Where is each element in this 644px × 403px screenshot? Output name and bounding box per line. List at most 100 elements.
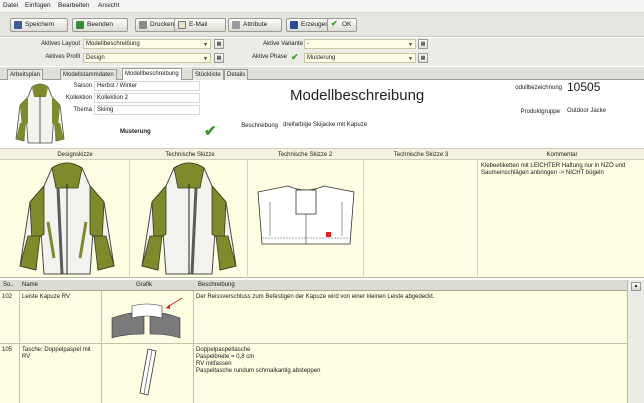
theme-value: Skiing xyxy=(97,107,114,113)
email-label: E-Mail xyxy=(189,21,208,28)
col-header-graphic[interactable]: Grafik xyxy=(136,282,152,288)
variant-config-button[interactable]: ▦ xyxy=(418,39,428,49)
row-description: Der Reissverschluss zum Befestigen der K… xyxy=(194,291,627,343)
active-variant-label: Aktive Variante xyxy=(263,41,303,47)
table-row[interactable]: 102 Leiste Kapuze RV Der Reissverschluss… xyxy=(0,291,627,344)
description-field[interactable]: dreifarbige Skijacke mit Kapuze xyxy=(281,121,481,131)
row-name: Tasche: Doppelpaspel mit RV xyxy=(20,344,102,403)
row-number: 105 xyxy=(0,344,20,403)
comment-cell[interactable]: Klebeetiketten mit LEICHTER Haftung nur … xyxy=(478,160,644,278)
arrow-up-icon: ▲ xyxy=(633,283,639,289)
grid-icon: ▦ xyxy=(216,55,222,61)
description-line: Paspeltasche rundum schmalkantig abstepp… xyxy=(196,368,321,374)
row-name: Leiste Kapuze RV xyxy=(20,291,102,343)
collection-label: Kollektion xyxy=(65,95,92,101)
tab-details[interactable]: Details xyxy=(224,69,249,80)
tab-arbeitsplan[interactable]: Arbeitsplan xyxy=(7,69,44,80)
description-line: Der Reissverschluss zum Befestigen der K… xyxy=(196,294,435,300)
product-group-value: Outdoor Jacke xyxy=(567,108,607,114)
technical-sketch-3-cell[interactable] xyxy=(364,160,478,278)
season-value: Herbst / Winter xyxy=(97,83,138,89)
active-phase-select[interactable]: Musterung ▼ xyxy=(304,53,416,63)
active-variant-value: - xyxy=(307,41,309,47)
menu-file[interactable]: Datei xyxy=(3,2,18,9)
layout-config-button[interactable]: ▦ xyxy=(214,39,224,49)
phase-config-button[interactable]: ▦ xyxy=(418,53,428,63)
active-variant-select[interactable]: - ▼ xyxy=(304,39,416,49)
tab-modellstammdaten[interactable]: Modellstammdaten xyxy=(60,69,117,80)
envelope-icon xyxy=(178,21,186,29)
technical-sketch-2-cell[interactable] xyxy=(248,160,364,278)
menu-insert[interactable]: Einfügen xyxy=(25,2,51,9)
ok-label: OK xyxy=(342,21,352,28)
save-label: Speichern xyxy=(25,21,55,28)
active-profile-value: Design xyxy=(86,55,105,61)
page-title: Modellbeschreibung xyxy=(290,87,425,104)
grid-icon: ▦ xyxy=(216,41,222,47)
model-label: odullbezeichnung xyxy=(515,85,562,91)
design-sketch-image xyxy=(19,162,115,275)
details-table-header: So.. Name Grafik Beschreibung xyxy=(0,280,627,291)
active-profile-select[interactable]: Design ▼ xyxy=(83,53,211,63)
details-table-body: 102 Leiste Kapuze RV Der Reissverschluss… xyxy=(0,291,627,403)
theme-label: Thema xyxy=(73,107,92,113)
grid-icon: ▦ xyxy=(420,41,426,47)
description-line: RV mitfassen xyxy=(196,361,232,367)
active-profile-label: Aktives Profil xyxy=(45,54,80,60)
active-layout-label: Aktives Layout xyxy=(40,41,80,47)
sketch-area: Klebeetiketten mit LEICHTER Haftung nur … xyxy=(0,160,644,278)
profile-config-button[interactable]: ▦ xyxy=(214,53,224,63)
exit-icon xyxy=(76,21,84,29)
hood-strip-graphic xyxy=(111,297,183,339)
row-graphic xyxy=(102,291,194,343)
finish-button[interactable]: Beenden xyxy=(72,18,128,32)
description-value: dreifarbige Skijacke mit Kapuze xyxy=(283,122,368,128)
chevron-down-icon: ▼ xyxy=(408,56,413,62)
col-header-description[interactable]: Beschreibung xyxy=(198,282,235,288)
menu-bar: Datei Einfügen Bearbeiten Ansicht xyxy=(0,0,644,13)
product-group-field[interactable]: Outdoor Jacke xyxy=(565,107,643,117)
vertical-scrollbar[interactable]: ▲ xyxy=(627,280,644,403)
ok-button[interactable]: ✔ OK xyxy=(327,18,357,32)
phase-status: Musterung xyxy=(120,129,151,135)
attributes-icon xyxy=(232,21,240,29)
active-layout-select[interactable]: Modellbeschreibung ▼ xyxy=(83,39,211,49)
finish-label: Beenden xyxy=(87,21,114,28)
profile-row: Aktives Profil Design ▼ ▦ Aktive Phase ✔… xyxy=(0,51,644,66)
save-button[interactable]: Speichern xyxy=(10,18,68,32)
layout-row: Aktives Layout Modellbeschreibung ▼ ▦ Ak… xyxy=(0,38,644,51)
collection-field[interactable]: Kollektion 2 xyxy=(94,93,200,103)
theme-field[interactable]: Skiing xyxy=(94,105,200,115)
tab-stueckliste[interactable]: Stückliste xyxy=(192,69,224,80)
col-header-name[interactable]: Name xyxy=(22,282,38,288)
email-button[interactable]: E-Mail xyxy=(174,18,226,32)
menu-edit[interactable]: Bearbeiten xyxy=(58,2,89,9)
tab-bar: Arbeitsplan Modellstammdaten Modellbesch… xyxy=(0,67,644,81)
active-phase-value: Musterung xyxy=(307,55,336,61)
grid-icon: ▦ xyxy=(420,55,426,61)
comment-text: Klebeetiketten mit LEICHTER Haftung nur … xyxy=(481,163,626,176)
jacket-thumbnail[interactable] xyxy=(14,83,66,145)
menu-view[interactable]: Ansicht xyxy=(98,2,119,9)
attributes-button[interactable]: Attribute xyxy=(228,18,282,32)
save-icon xyxy=(14,21,22,29)
row-number: 102 xyxy=(0,291,20,343)
table-row[interactable]: 105 Tasche: Doppelpaspel mit RV Doppelpa… xyxy=(0,344,627,403)
scroll-up-button[interactable]: ▲ xyxy=(631,282,641,291)
description-label: Beschreibung xyxy=(241,123,278,129)
technical-sketch-image xyxy=(141,162,237,275)
sketch-col-technical-2: Technische Skizze 2 xyxy=(277,152,333,158)
active-layout-value: Modellbeschreibung xyxy=(86,41,140,47)
technical-sketch-cell[interactable] xyxy=(130,160,248,278)
col-header-number[interactable]: So.. xyxy=(3,282,14,288)
model-number-value: 10505 xyxy=(567,80,601,94)
check-icon: ✔ xyxy=(204,123,217,140)
season-field[interactable]: Herbst / Winter xyxy=(94,81,200,91)
sketch-col-technical: Technische Skizze xyxy=(165,152,215,158)
chevron-down-icon: ▼ xyxy=(408,42,413,48)
model-number[interactable]: 10505 xyxy=(565,81,643,96)
product-group-label: Produktgruppe xyxy=(520,109,560,115)
chevron-down-icon: ▼ xyxy=(203,42,208,48)
design-sketch-cell[interactable] xyxy=(0,160,130,278)
sketch-col-comment: Kommentar xyxy=(546,152,578,158)
